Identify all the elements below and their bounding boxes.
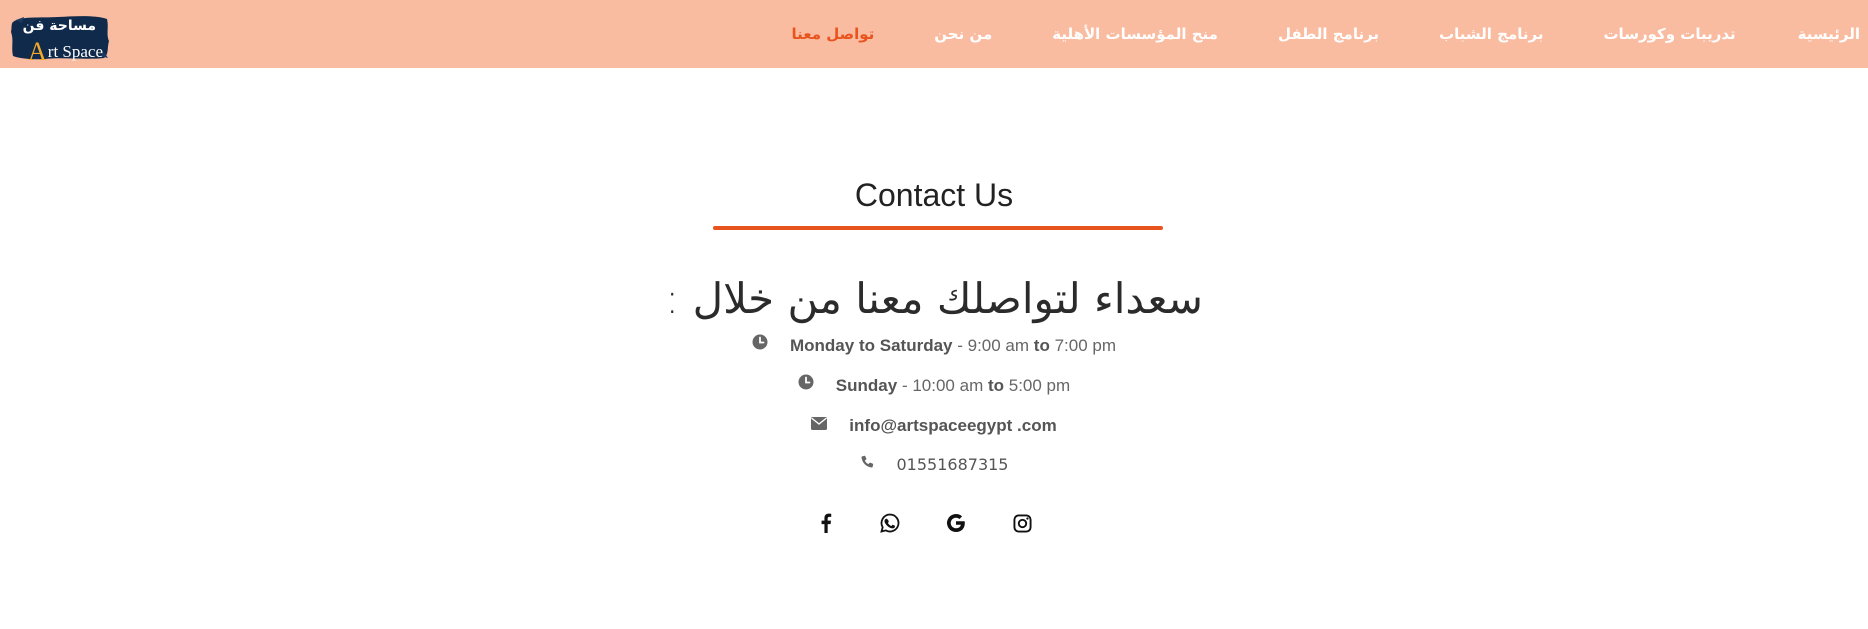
weekdays-separator: - xyxy=(957,336,963,355)
sunday-separator: - xyxy=(901,376,908,395)
weekdays-close-time: 7:00 pm xyxy=(1054,336,1117,355)
instagram-icon[interactable] xyxy=(1004,505,1040,541)
logo-cap-letter: A xyxy=(28,37,47,66)
weekdays-start-day: Monday xyxy=(789,336,855,355)
envelope-icon xyxy=(811,415,828,435)
clock-icon xyxy=(798,374,814,395)
weekdays-to-2: to xyxy=(1033,336,1050,355)
weekdays-open-time: 9:00 am xyxy=(967,336,1030,355)
nav-item-trainings[interactable]: تدريبات وكورسات xyxy=(1603,25,1735,43)
sunday-to: to xyxy=(987,376,1005,395)
title-underline xyxy=(713,226,1163,230)
whatsapp-icon[interactable] xyxy=(872,505,908,541)
nav-item-youth-program[interactable]: برنامج الشباب xyxy=(1439,25,1543,43)
weekdays-to-1: to xyxy=(858,336,875,355)
nav-item-about-us[interactable]: من نحن xyxy=(934,25,992,43)
email-address[interactable]: info@artspaceegypt .com xyxy=(849,416,1056,435)
logo-english-rest: rt Space xyxy=(47,42,104,61)
contact-heading: سعداء لتواصلك معنا من خلال : xyxy=(665,274,1203,323)
site-logo[interactable]: مساحة فن Art Space xyxy=(10,14,110,66)
phone-number[interactable]: 01551687315 xyxy=(897,455,1009,474)
nav-item-home[interactable]: الرئيسية xyxy=(1798,25,1860,43)
social-links xyxy=(808,505,1048,541)
navbar: مساحة فن Art Space الرئيسية تدريبات وكور… xyxy=(0,0,1868,68)
sunday-close-time: 5:00 pm xyxy=(1008,376,1071,395)
email-row: info@artspaceegypt .com xyxy=(0,416,1868,437)
phone-row: 01551687315 xyxy=(0,455,1868,476)
google-icon[interactable] xyxy=(938,505,974,541)
main-nav: الرئيسية تدريبات وكورسات برنامج الشباب ب… xyxy=(792,0,1868,68)
sunday-open-time: 10:00 am xyxy=(912,376,984,395)
nav-item-child-program[interactable]: برنامج الطفل xyxy=(1278,25,1379,43)
facebook-icon[interactable] xyxy=(808,505,844,541)
clock-icon xyxy=(752,334,768,355)
hours-weekdays-row: Monday to Saturday - 9:00 am to 7:00 pm xyxy=(0,334,1868,357)
logo-arabic-text: مساحة فن xyxy=(22,18,96,34)
phone-icon xyxy=(860,454,875,474)
nav-item-ngo-grants[interactable]: منح المؤسسات الأهلية xyxy=(1052,25,1218,43)
sunday-day: Sunday xyxy=(835,376,898,395)
hours-sunday-row: Sunday - 10:00 am to 5:00 pm xyxy=(0,374,1868,397)
logo-english-text: Art Space xyxy=(28,34,104,66)
nav-item-contact-us[interactable]: تواصل معنا xyxy=(792,25,875,43)
contact-title: Contact Us xyxy=(854,177,1014,213)
weekdays-end-day: Saturday xyxy=(879,336,953,355)
